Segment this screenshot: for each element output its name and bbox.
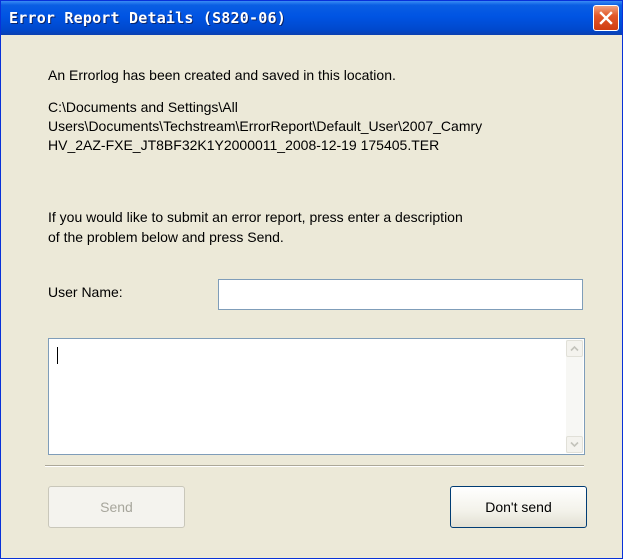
scroll-up-button[interactable] xyxy=(566,340,583,357)
description-textarea[interactable] xyxy=(48,338,585,455)
user-name-input[interactable] xyxy=(218,279,583,310)
user-name-label: User Name: xyxy=(48,284,123,300)
error-report-dialog: Error Report Details (S820-06) An Errorl… xyxy=(0,0,623,559)
close-button[interactable] xyxy=(593,5,619,31)
dont-send-button[interactable]: Don't send xyxy=(450,486,587,528)
send-button[interactable]: Send xyxy=(48,486,185,528)
scroll-up-arrow-icon xyxy=(570,345,579,352)
path-line-1: C:\Documents and Settings\All xyxy=(48,99,238,115)
path-line-3: HV_2AZ-FXE_JT8BF32K1Y2000011_2008-12-19 … xyxy=(48,137,440,153)
separator xyxy=(45,465,584,467)
instructions-line-2: of the problem below and press Send. xyxy=(48,229,284,245)
scroll-down-arrow-icon xyxy=(570,441,579,448)
window-title: Error Report Details (S820-06) xyxy=(9,9,286,27)
text-caret xyxy=(57,347,58,364)
title-bar[interactable]: Error Report Details (S820-06) xyxy=(1,1,622,35)
instructions-line-1: If you would like to submit an error rep… xyxy=(48,209,463,225)
description-scrollbar[interactable] xyxy=(566,340,583,453)
path-line-2: Users\Documents\Techstream\ErrorReport\D… xyxy=(48,118,483,134)
intro-text: An Errorlog has been created and saved i… xyxy=(48,67,396,83)
scroll-down-button[interactable] xyxy=(566,436,583,453)
close-icon xyxy=(599,11,613,25)
